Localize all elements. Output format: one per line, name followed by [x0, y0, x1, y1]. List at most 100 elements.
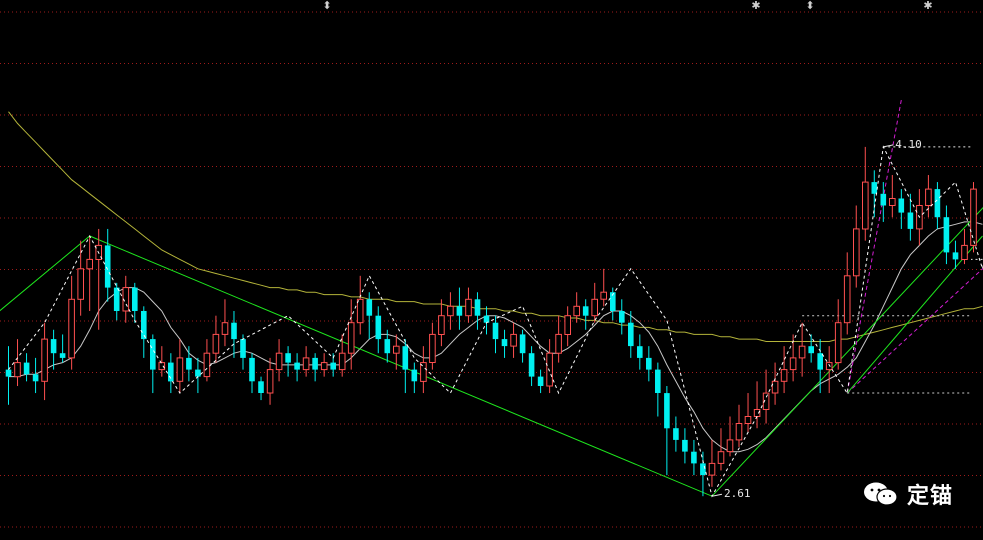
candle-down — [195, 369, 201, 377]
wechat-icon — [863, 482, 898, 506]
candle-up — [176, 357, 184, 382]
watermark-text: 定锚 — [906, 484, 953, 509]
candle-down — [700, 463, 706, 476]
moving-averages — [8, 111, 983, 453]
candle-up — [393, 345, 400, 354]
candle-down — [898, 198, 905, 213]
candle-down — [456, 306, 463, 316]
top-marker-icon: ✱ — [923, 0, 932, 12]
candle-up — [825, 362, 833, 371]
candle-up — [591, 298, 599, 317]
candle-up — [555, 333, 562, 354]
candle-down — [375, 315, 382, 340]
candle-down — [384, 339, 391, 354]
candle-down — [628, 322, 634, 347]
candle-down — [537, 376, 544, 386]
candle-up — [970, 188, 977, 246]
candle-down — [330, 362, 336, 370]
candle-down — [637, 346, 643, 358]
candle-down — [655, 369, 661, 393]
candle-down — [285, 353, 291, 363]
top-marker-icon: ⬍ — [805, 0, 814, 12]
candle-down — [952, 252, 959, 260]
candle-up — [564, 315, 572, 336]
candle-down — [519, 334, 526, 354]
candle-down — [682, 439, 688, 452]
trend-lines — [0, 99, 983, 497]
candle-up — [266, 369, 274, 394]
candle-down — [411, 369, 418, 382]
candle-up — [86, 258, 94, 270]
candle-up — [68, 298, 75, 359]
candle-up — [320, 362, 328, 371]
candle-up — [275, 352, 283, 371]
candle-up — [573, 305, 581, 317]
candle-up — [925, 188, 932, 207]
candle-up — [771, 380, 779, 394]
candle-up — [717, 451, 725, 464]
candle-up — [338, 352, 346, 371]
watermark: 定锚 — [863, 478, 953, 510]
candle-up — [735, 423, 743, 441]
candle-down — [934, 189, 941, 218]
candle-up — [834, 322, 842, 364]
high-price-label: 4.10 — [895, 138, 922, 151]
candle-up — [744, 416, 752, 424]
candle-down — [294, 362, 300, 370]
candle-up — [889, 198, 896, 206]
grid-lines — [0, 11, 983, 528]
candles — [5, 146, 977, 497]
candle-down — [907, 212, 914, 229]
top-marker-icon: ✱ — [751, 0, 760, 12]
candle-down — [582, 306, 589, 316]
candle-down — [646, 357, 652, 370]
candle-down — [483, 315, 490, 323]
candle-up — [212, 333, 220, 354]
candle-down — [501, 339, 508, 347]
candle-up — [961, 244, 968, 260]
candle-down — [492, 322, 499, 340]
trend-line-2 — [846, 267, 983, 394]
candle-up — [447, 305, 454, 317]
candle-down — [249, 357, 255, 382]
candle-down — [943, 217, 950, 253]
candle-up — [780, 369, 788, 382]
candle-down — [231, 322, 237, 340]
candle-down — [168, 362, 174, 382]
candle-down — [59, 353, 66, 358]
candle-up — [203, 352, 211, 378]
candle-down — [474, 299, 481, 316]
candle-down — [32, 374, 39, 382]
candle-down — [871, 182, 878, 194]
candle-up — [600, 291, 608, 300]
candle-down — [817, 353, 823, 370]
candlestick-chart: 2.61 4.10 ⬍ ✱ ⬍ ✱ — [0, 0, 983, 528]
candle-down — [50, 339, 57, 354]
candle-down — [186, 357, 192, 370]
candle-down — [619, 311, 625, 323]
candle-up — [708, 462, 716, 476]
candle-down — [240, 339, 246, 358]
candle-down — [691, 451, 697, 464]
candle-down — [312, 357, 318, 370]
candle-up — [347, 322, 355, 354]
candle-down — [673, 428, 679, 440]
candle-down — [132, 287, 138, 311]
candle-down — [880, 193, 887, 206]
candle-up — [862, 181, 869, 230]
low-price-label: 2.61 — [724, 487, 751, 500]
candle-up — [853, 228, 860, 277]
candle-down — [402, 346, 409, 370]
candle-down — [366, 299, 373, 316]
candle-up — [546, 352, 553, 387]
candle-up — [14, 362, 21, 378]
candle-down — [5, 369, 12, 377]
candle-up — [726, 439, 734, 453]
candle-down — [23, 362, 30, 375]
candle-up — [356, 298, 364, 324]
candle-up — [510, 333, 517, 347]
candle-up — [465, 298, 472, 317]
candle-down — [104, 245, 111, 288]
candle-down — [113, 287, 120, 311]
candle-down — [141, 311, 147, 340]
